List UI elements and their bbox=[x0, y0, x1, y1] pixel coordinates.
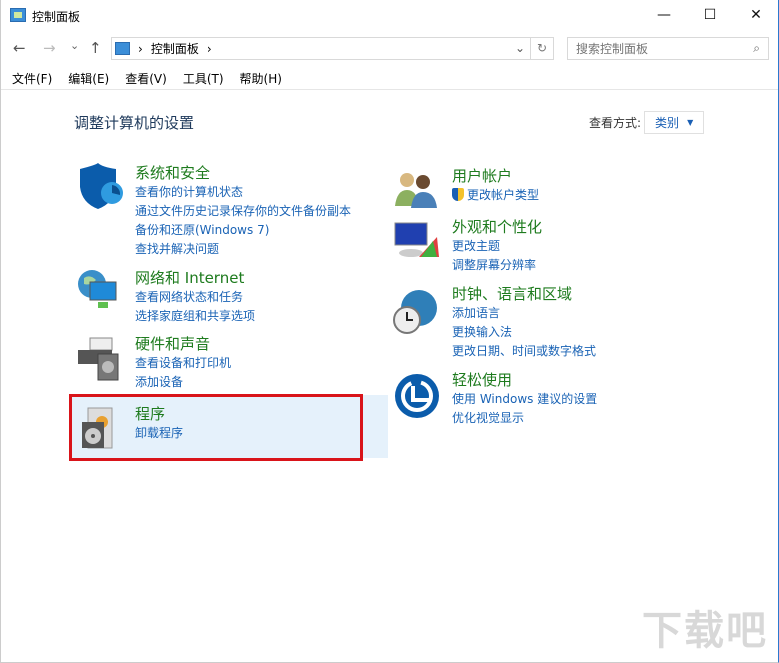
breadcrumb-separator[interactable]: › bbox=[207, 42, 212, 56]
title-bar: 控制面板 — ☐ ✕ bbox=[1, 0, 778, 32]
link-change-input-method[interactable]: 更换输入法 bbox=[452, 323, 596, 342]
search-input[interactable] bbox=[568, 38, 738, 59]
view-by-select[interactable]: 类别 ▼ bbox=[644, 111, 705, 134]
clock-globe-icon bbox=[393, 290, 437, 334]
forward-button[interactable]: → bbox=[43, 39, 56, 57]
view-by: 查看方式: 类别 ▼ bbox=[589, 111, 705, 134]
network-icon bbox=[78, 270, 117, 308]
link-add-language[interactable]: 添加语言 bbox=[452, 304, 596, 323]
menu-help[interactable]: 帮助(H) bbox=[240, 70, 282, 87]
link-recommended-settings[interactable]: 使用 Windows 建议的设置 bbox=[452, 390, 597, 409]
link-change-account-type[interactable]: 更改帐户类型 bbox=[452, 186, 539, 205]
category-title[interactable]: 硬件和声音 bbox=[135, 334, 231, 354]
control-panel-window: 控制面板 — ☐ ✕ ← → ⌄ ↑ › 控制面板 › ⌄ ↻ ⌕ 文件(F) … bbox=[0, 0, 779, 663]
highlight-annotation bbox=[69, 394, 363, 461]
minimize-button[interactable]: — bbox=[641, 0, 687, 30]
link-troubleshoot[interactable]: 查找并解决问题 bbox=[135, 240, 351, 259]
category-title[interactable]: 系统和安全 bbox=[135, 163, 351, 183]
maximize-button[interactable]: ☐ bbox=[687, 0, 733, 30]
ease-of-access-icon bbox=[395, 374, 439, 418]
watermark: 下载吧 bbox=[642, 608, 768, 654]
control-panel-icon bbox=[10, 8, 26, 22]
refresh-button[interactable]: ↻ bbox=[530, 38, 553, 59]
appearance-icon bbox=[394, 222, 439, 257]
link-devices-printers[interactable]: 查看设备和打印机 bbox=[135, 354, 231, 373]
page-title: 调整计算机的设置 bbox=[74, 114, 195, 132]
category-title[interactable]: 用户帐户 bbox=[452, 166, 539, 186]
users-icon bbox=[395, 173, 437, 208]
window-title: 控制面板 bbox=[32, 10, 81, 24]
printer-icon bbox=[78, 337, 119, 381]
up-button[interactable]: ↑ bbox=[89, 39, 102, 57]
view-by-label: 查看方式: bbox=[589, 116, 642, 130]
address-dropdown-icon[interactable]: ⌄ bbox=[515, 41, 525, 55]
link-label: 更改帐户类型 bbox=[467, 188, 540, 202]
link-backup-restore[interactable]: 备份和还原(Windows 7) bbox=[135, 221, 351, 240]
chevron-down-icon: ▼ bbox=[687, 118, 694, 127]
link-view-computer-status[interactable]: 查看你的计算机状态 bbox=[135, 183, 351, 202]
control-panel-icon bbox=[115, 42, 130, 55]
link-screen-resolution[interactable]: 调整屏幕分辨率 bbox=[452, 256, 542, 275]
menu-view[interactable]: 查看(V) bbox=[125, 70, 167, 87]
category-title[interactable]: 外观和个性化 bbox=[452, 217, 542, 237]
menu-file[interactable]: 文件(F) bbox=[12, 70, 52, 87]
category-title[interactable]: 轻松使用 bbox=[452, 370, 597, 390]
close-button[interactable]: ✕ bbox=[733, 0, 779, 30]
uac-shield-icon bbox=[452, 188, 464, 201]
link-optimize-display[interactable]: 优化视觉显示 bbox=[452, 409, 597, 428]
back-button[interactable]: ← bbox=[13, 39, 26, 57]
breadcrumb-separator[interactable]: › bbox=[138, 42, 143, 56]
search-box[interactable]: ⌕ bbox=[567, 37, 769, 60]
address-bar[interactable]: › 控制面板 › ⌄ ↻ bbox=[111, 37, 554, 60]
view-by-value: 类别 bbox=[655, 116, 680, 130]
category-title[interactable]: 时钟、语言和区域 bbox=[452, 284, 596, 304]
shield-icon bbox=[80, 163, 123, 209]
link-change-theme[interactable]: 更改主题 bbox=[452, 237, 542, 256]
search-icon[interactable]: ⌕ bbox=[753, 41, 760, 56]
menu-tools[interactable]: 工具(T) bbox=[183, 70, 224, 87]
breadcrumb-control-panel[interactable]: 控制面板 bbox=[151, 40, 199, 57]
recent-locations-button[interactable]: ⌄ bbox=[70, 39, 79, 52]
link-file-history[interactable]: 通过文件历史记录保存你的文件备份副本 bbox=[135, 202, 351, 221]
link-add-device[interactable]: 添加设备 bbox=[135, 373, 231, 392]
category-title[interactable]: 网络和 Internet bbox=[135, 268, 255, 288]
link-date-time-format[interactable]: 更改日期、时间或数字格式 bbox=[452, 342, 596, 361]
link-homegroup[interactable]: 选择家庭组和共享选项 bbox=[135, 307, 255, 326]
menu-bar: 文件(F) 编辑(E) 查看(V) 工具(T) 帮助(H) bbox=[1, 68, 778, 90]
menu-edit[interactable]: 编辑(E) bbox=[68, 70, 109, 87]
link-network-status[interactable]: 查看网络状态和任务 bbox=[135, 288, 255, 307]
